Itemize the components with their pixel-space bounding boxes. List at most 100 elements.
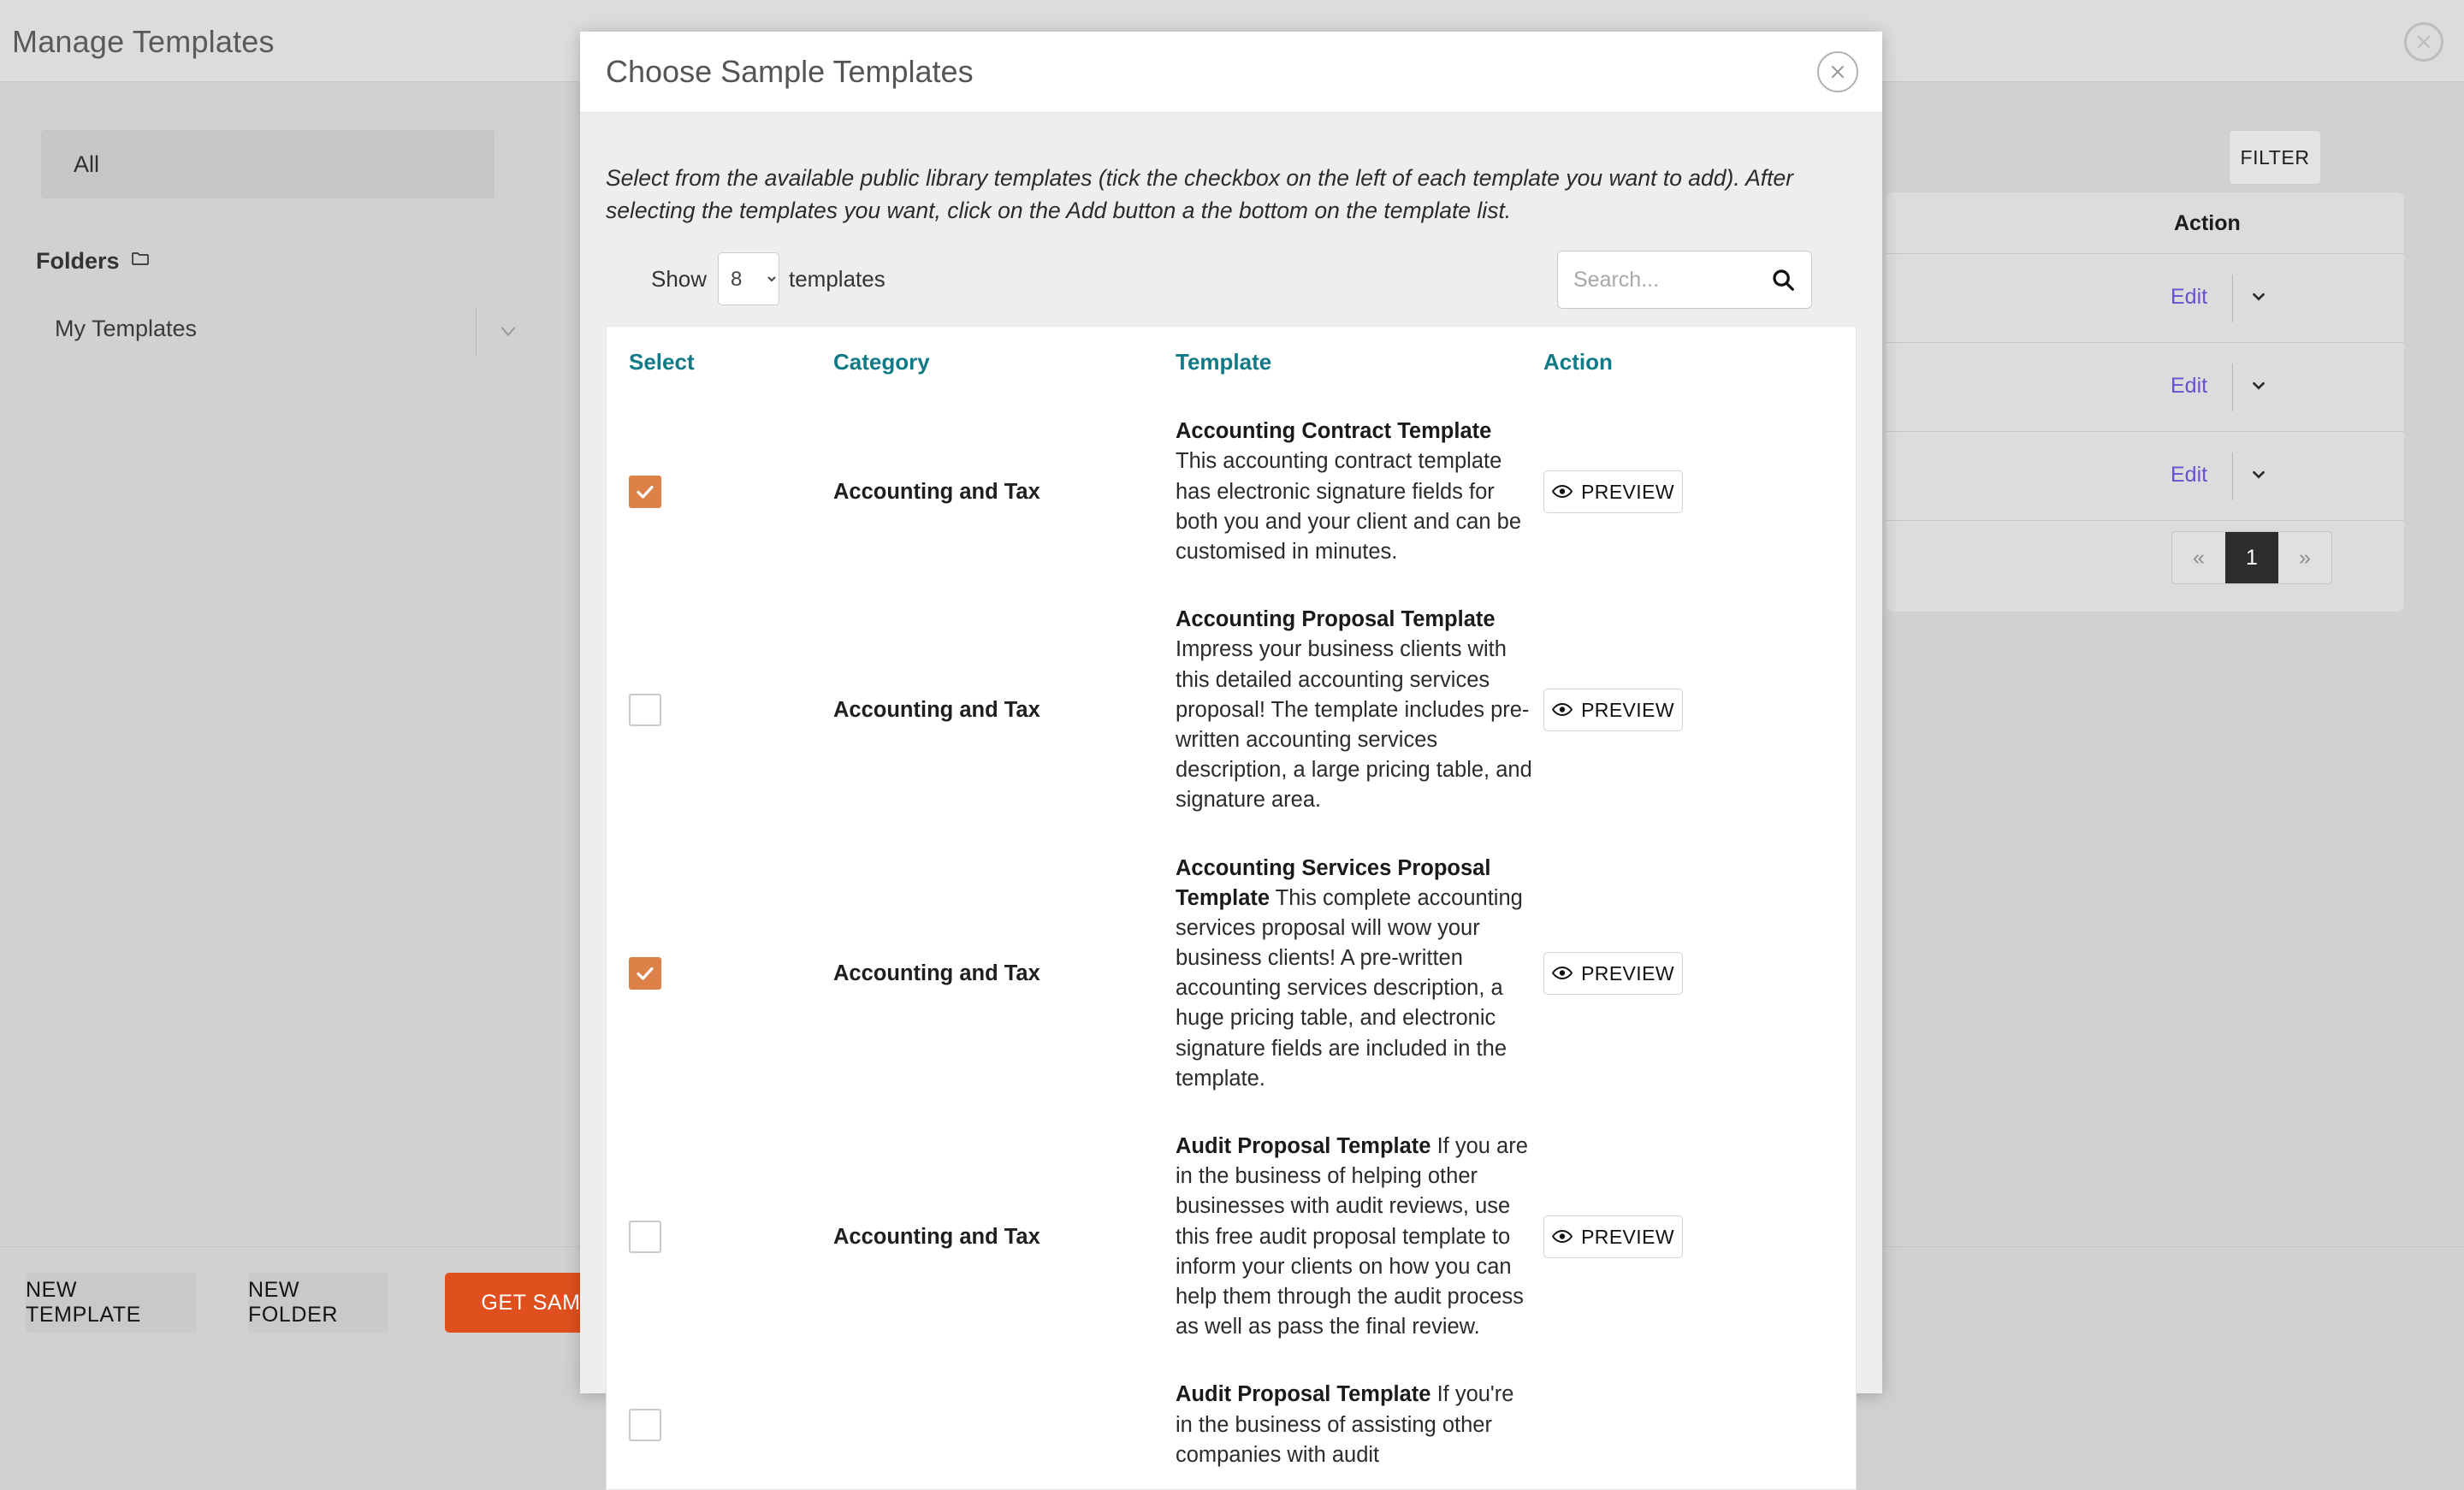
new-template-button[interactable]: NEW TEMPLATE: [26, 1273, 197, 1333]
chevron-down-icon[interactable]: [2249, 287, 2268, 310]
page-title: Manage Templates: [12, 24, 275, 60]
table-row: Accounting and TaxAccounting Contract Te…: [607, 398, 1857, 586]
category-cell: Accounting and Tax: [833, 835, 1176, 1114]
eye-icon: [1552, 481, 1573, 504]
category-label: Accounting and Tax: [833, 961, 1176, 986]
sidebar-item-my-templates[interactable]: My Templates: [0, 304, 548, 360]
column-header-category[interactable]: Category: [833, 327, 1176, 398]
select-cell: [607, 1361, 833, 1489]
new-folder-button[interactable]: NEW FOLDER: [248, 1273, 388, 1333]
edit-link[interactable]: Edit: [2171, 285, 2207, 310]
category-cell: Accounting and Tax: [833, 398, 1176, 586]
column-header-select[interactable]: Select: [607, 327, 833, 398]
table-row: Edit: [1886, 343, 2404, 432]
category-cell: Accounting and Tax: [833, 586, 1176, 834]
table-header-row: Select Category Template Action: [607, 327, 1857, 398]
templates-table: Select Category Template Action Accounti…: [607, 327, 1857, 1489]
action-cell: [1543, 1361, 1857, 1489]
eye-icon: [1552, 962, 1573, 985]
template-checkbox[interactable]: [629, 694, 661, 726]
modal-header: Choose Sample Templates: [580, 32, 1882, 113]
templates-label: templates: [789, 266, 886, 293]
template-cell: Accounting Proposal TemplateImpress your…: [1176, 586, 1543, 834]
category-cell: Accounting and Tax: [833, 1113, 1176, 1361]
table-row: Edit: [1886, 432, 2404, 521]
preview-button[interactable]: PREVIEW: [1543, 1215, 1683, 1258]
action-cell: PREVIEW: [1543, 398, 1857, 586]
template-description: Accounting Services Proposal Template Th…: [1176, 835, 1533, 1114]
templates-table-body: Accounting and TaxAccounting Contract Te…: [607, 398, 1857, 1489]
preview-button[interactable]: PREVIEW: [1543, 470, 1683, 513]
column-header-action: Action: [2174, 211, 2241, 236]
category-label: Accounting and Tax: [833, 1225, 1176, 1250]
select-cell: [607, 1113, 833, 1361]
preview-button-label: PREVIEW: [1581, 699, 1674, 722]
new-folder-label: NEW FOLDER: [248, 1278, 388, 1327]
preview-button-label: PREVIEW: [1581, 481, 1674, 504]
filter-all-box[interactable]: All: [41, 130, 495, 198]
preview-button[interactable]: PREVIEW: [1543, 952, 1683, 995]
edit-link[interactable]: Edit: [2171, 463, 2207, 488]
close-circle-icon[interactable]: [2404, 22, 2443, 62]
search-icon[interactable]: [1770, 267, 1796, 297]
pagination-first[interactable]: «: [2172, 532, 2225, 583]
divider: [476, 307, 477, 357]
action-cell: PREVIEW: [1543, 835, 1857, 1114]
category-label: Accounting and Tax: [833, 480, 1176, 505]
template-checkbox[interactable]: [629, 476, 661, 508]
pagination-page-1[interactable]: 1: [2225, 532, 2278, 583]
column-header-action[interactable]: Action: [1543, 327, 1857, 398]
table-row: Accounting and TaxAccounting Services Pr…: [607, 835, 1857, 1114]
templates-table: Action Edit Edit Edit « 1 »: [1886, 192, 2404, 612]
select-cell: [607, 835, 833, 1114]
choose-sample-templates-modal: Choose Sample Templates Select from the …: [580, 32, 1882, 1393]
close-circle-icon[interactable]: [1817, 51, 1858, 92]
modal-title: Choose Sample Templates: [606, 54, 974, 90]
category-cell: [833, 1361, 1176, 1489]
show-count-select[interactable]: 8102550100: [718, 252, 779, 305]
select-cell: [607, 586, 833, 834]
template-cell: Audit Proposal Template If you're in the…: [1176, 1361, 1543, 1489]
template-description: Audit Proposal Template If you're in the…: [1176, 1361, 1533, 1489]
divider: [2232, 452, 2233, 500]
table-row: Audit Proposal Template If you're in the…: [607, 1361, 1857, 1489]
filter-button-label: FILTER: [2240, 146, 2309, 169]
select-cell: [607, 398, 833, 586]
filter-all-label: All: [74, 151, 99, 178]
pagination: « 1 »: [2171, 531, 2332, 584]
template-checkbox[interactable]: [629, 957, 661, 990]
modal-description: Select from the available public library…: [606, 163, 1821, 227]
filter-button[interactable]: FILTER: [2229, 130, 2321, 185]
template-cell: Accounting Contract TemplateThis account…: [1176, 398, 1543, 586]
action-cell: PREVIEW: [1543, 586, 1857, 834]
chevron-down-icon[interactable]: [2249, 375, 2268, 399]
folders-label: Folders: [36, 248, 120, 275]
chevron-down-icon[interactable]: [496, 319, 520, 347]
modal-body: Select from the available public library…: [580, 163, 1882, 1490]
chevron-down-icon[interactable]: [2249, 464, 2268, 488]
template-cell: Audit Proposal Template If you are in th…: [1176, 1113, 1543, 1361]
divider: [2232, 275, 2233, 322]
preview-button[interactable]: PREVIEW: [1543, 689, 1683, 731]
search-input[interactable]: [1573, 251, 1762, 308]
table-header-row: Action: [1886, 192, 2404, 254]
modal-toolbar: Show 8102550100 templates: [606, 252, 1857, 309]
sidebar-item-label: My Templates: [55, 316, 197, 342]
template-title: Accounting Contract Template: [1176, 419, 1491, 443]
template-title: Accounting Services Proposal Template: [1176, 856, 1490, 910]
folder-icon: [130, 248, 151, 275]
column-header-template[interactable]: Template: [1176, 327, 1543, 398]
template-checkbox[interactable]: [629, 1409, 661, 1441]
pagination-last[interactable]: »: [2278, 532, 2331, 583]
action-cell: PREVIEW: [1543, 1113, 1857, 1361]
template-description: Audit Proposal Template If you are in th…: [1176, 1113, 1533, 1361]
edit-link[interactable]: Edit: [2171, 374, 2207, 399]
table-row: Accounting and TaxAccounting Proposal Te…: [607, 586, 1857, 834]
template-description: Accounting Proposal TemplateImpress your…: [1176, 586, 1533, 834]
search-box: [1557, 251, 1812, 309]
template-cell: Accounting Services Proposal Template Th…: [1176, 835, 1543, 1114]
new-template-label: NEW TEMPLATE: [26, 1278, 197, 1327]
eye-icon: [1552, 1226, 1573, 1249]
template-title: Audit Proposal Template: [1176, 1134, 1430, 1158]
template-checkbox[interactable]: [629, 1221, 661, 1253]
